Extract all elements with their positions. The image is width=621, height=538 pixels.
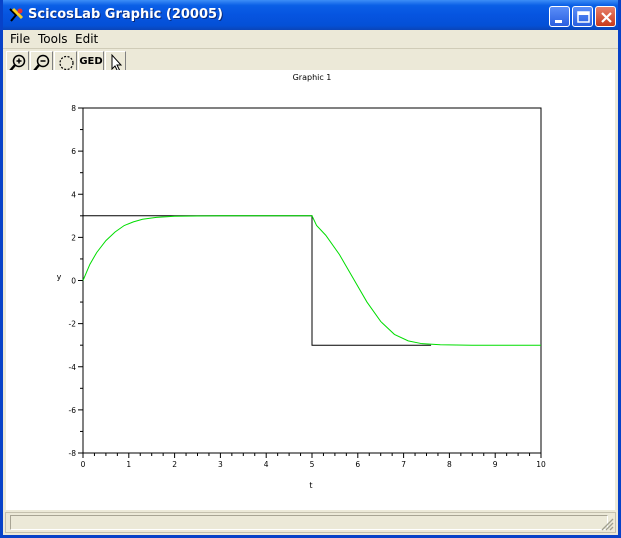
minimize-button[interactable] — [549, 6, 570, 27]
x-tick-label: 7 — [401, 460, 406, 469]
menu-edit[interactable]: Edit — [75, 32, 98, 46]
y-tick-label: 4 — [71, 190, 76, 199]
y-tick-label: 0 — [71, 277, 76, 286]
x-tick-label: 9 — [493, 460, 498, 469]
x-tick-label: 2 — [172, 460, 177, 469]
x-tick-label: 4 — [264, 460, 269, 469]
close-button[interactable] — [595, 6, 616, 27]
y-tick-label: -8 — [69, 449, 77, 458]
title-bar[interactable]: ScicosLab Graphic (20005) — [3, 0, 618, 30]
maximize-icon — [577, 11, 590, 23]
x-tick-label: 3 — [218, 460, 223, 469]
y-tick-label: -6 — [69, 406, 77, 415]
status-panel — [10, 515, 608, 530]
x-tick-label: 8 — [447, 460, 452, 469]
y-tick-label: 2 — [71, 233, 76, 242]
window: ScicosLab Graphic (20005) File Tools Edi… — [0, 0, 621, 538]
menu-file[interactable]: File — [10, 32, 30, 46]
status-bar — [5, 512, 616, 533]
y-tick-label: 8 — [71, 104, 76, 113]
window-title: ScicosLab Graphic (20005) — [28, 7, 223, 22]
x-tick-label: 6 — [355, 460, 360, 469]
x-tick-label: 5 — [310, 460, 315, 469]
scicoslab-app-icon — [9, 7, 24, 22]
x-tick-label: 0 — [81, 460, 86, 469]
close-icon — [601, 12, 612, 23]
menu-bar: File Tools Edit — [3, 30, 618, 49]
y-tick-label: 6 — [71, 147, 76, 156]
y-tick-label: -4 — [69, 363, 77, 372]
minimize-icon — [555, 20, 562, 23]
x-axis-label: t — [309, 481, 312, 490]
chart-title: Graphic 1 — [293, 73, 332, 82]
graphic-canvas[interactable]: Graphic 1 0 1 2 3 4 5 6 7 8 9 10 -8 -6 -4 -2 0 2 4 6 8 t y — [6, 70, 615, 510]
y-tick-label: -2 — [69, 320, 77, 329]
maximize-button[interactable] — [572, 6, 593, 27]
x-tick-label: 10 — [536, 460, 546, 469]
x-tick-label: 1 — [126, 460, 131, 469]
menu-tools[interactable]: Tools — [38, 32, 68, 46]
series-line-1 — [83, 215, 432, 346]
ged-label: GED — [79, 56, 103, 67]
resize-grip-icon[interactable] — [600, 517, 614, 531]
plot-area[interactable]: Graphic 1 0 1 2 3 4 5 6 7 8 9 10 -8 -6 -4 -2 0 2 4 6 8 t y — [6, 70, 615, 510]
y-axis-label: y — [57, 273, 62, 282]
